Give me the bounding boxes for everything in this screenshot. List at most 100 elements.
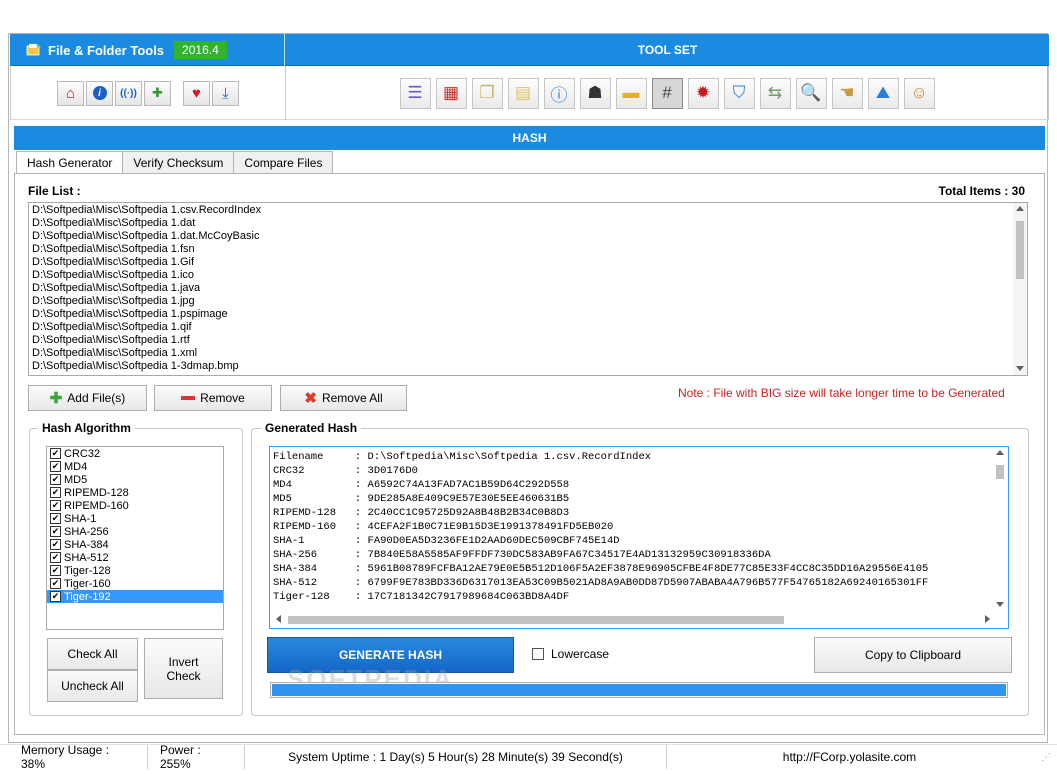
tab-hash-generator[interactable]: Hash Generator — [16, 151, 124, 174]
algorithm-checkbox[interactable] — [50, 552, 61, 563]
heart-button[interactable]: ♥ — [183, 80, 210, 106]
scroll-up-arrow-icon[interactable] — [1016, 206, 1024, 211]
home-button[interactable]: ⌂ — [57, 80, 84, 106]
user-lock-tool-button[interactable]: ☺ — [903, 77, 935, 109]
algorithm-label: RIPEMD-160 — [64, 499, 129, 512]
list-item[interactable]: D:\Softpedia\Misc\Softpedia 1.dat.McCoyB… — [32, 230, 1013, 243]
scroll-down-arrow-icon[interactable] — [1016, 366, 1024, 371]
tab-verify-checksum[interactable]: Verify Checksum — [122, 151, 235, 173]
algorithm-label: Tiger-128 — [64, 564, 111, 577]
algorithm-checkbox[interactable] — [50, 487, 61, 498]
algorithm-checkbox[interactable] — [50, 513, 61, 524]
list-item[interactable]: D:\Softpedia\Misc\Softpedia 1.ico — [32, 269, 1013, 282]
hash-tool-button[interactable]: # — [651, 77, 683, 109]
algorithm-item[interactable]: RIPEMD-160 — [47, 499, 223, 512]
algorithm-checkbox[interactable] — [50, 474, 61, 485]
remove-button[interactable]: Remove — [154, 385, 272, 411]
algorithm-list[interactable]: CRC32MD4MD5RIPEMD-128RIPEMD-160SHA-1SHA-… — [46, 446, 224, 630]
output-vscroll-thumb[interactable] — [996, 465, 1004, 479]
add-plus-button[interactable]: ✚ — [144, 80, 171, 106]
file-list[interactable]: D:\Softpedia\Misc\Softpedia 1.csv.Record… — [28, 202, 1028, 376]
add-files-button[interactable]: ✚ Add File(s) — [28, 385, 147, 411]
list-item[interactable]: D:\Softpedia\Misc\Softpedia 1.dat — [32, 217, 1013, 230]
version-badge: 2016.4 — [174, 41, 227, 59]
copy-to-clipboard-button[interactable]: Copy to Clipboard — [814, 637, 1012, 673]
algorithm-label: SHA-1 — [64, 512, 97, 525]
list-item[interactable]: D:\Softpedia\Misc\Softpedia 1.csv.Record… — [32, 204, 1013, 217]
cat-robot-tool-button[interactable]: ☗ — [579, 77, 611, 109]
list-item[interactable]: D:\Softpedia\Misc\Softpedia 1.qif — [32, 321, 1013, 334]
list-item[interactable]: D:\Softpedia\Misc\Softpedia 1.fsn — [32, 243, 1013, 256]
document-list-icon: ☰ — [407, 83, 423, 102]
algorithm-item[interactable]: Tiger-192 — [47, 590, 223, 603]
list-item[interactable]: D:\Softpedia\Misc\Softpedia 1.Gif — [32, 256, 1013, 269]
search-tool-button[interactable]: 🔍 — [795, 77, 827, 109]
shield-check-tool-button[interactable]: ⛉ — [723, 77, 755, 109]
uncheck-all-label: Uncheck All — [61, 679, 124, 693]
lowercase-option[interactable]: Lowercase — [532, 647, 609, 661]
algorithm-item[interactable]: SHA-384 — [47, 538, 223, 551]
algorithm-checkbox[interactable] — [50, 565, 61, 576]
resize-grip-icon[interactable]: ⋰ — [1041, 752, 1053, 764]
algorithm-item[interactable]: SHA-512 — [47, 551, 223, 564]
virus-tool-button[interactable]: ✹ — [687, 77, 719, 109]
download-button[interactable]: ⤓ — [212, 80, 239, 106]
broadcast-button[interactable]: ((·)) — [115, 80, 142, 106]
algorithm-item[interactable]: RIPEMD-128 — [47, 486, 223, 499]
remove-all-button[interactable]: ✖ Remove All — [280, 385, 407, 411]
list-item[interactable]: D:\Softpedia\Misc\Softpedia 1.xml — [32, 347, 1013, 360]
hash-section-header: HASH — [14, 126, 1045, 150]
list-item[interactable]: D:\Softpedia\Misc\Softpedia 1.java — [32, 282, 1013, 295]
generated-hash-output[interactable]: Filename : D:\Softpedia\Misc\Softpedia 1… — [269, 446, 1009, 629]
notepad-tool-button[interactable]: ▤ — [507, 77, 539, 109]
algorithm-checkbox[interactable] — [50, 461, 61, 472]
user-lock-icon: ☺ — [910, 83, 928, 102]
lowercase-checkbox[interactable] — [532, 648, 544, 660]
output-horizontal-scrollbar[interactable] — [270, 611, 994, 628]
algorithm-item[interactable]: Tiger-128 — [47, 564, 223, 577]
file-convert-tool-button[interactable]: ⇆ — [759, 77, 791, 109]
website-link[interactable]: http://FCorp.yolasite.com — [667, 745, 1032, 769]
output-hscroll-thumb[interactable] — [288, 616, 784, 624]
copy-pages-tool-button[interactable]: ❐ — [471, 77, 503, 109]
uncheck-all-button[interactable]: Uncheck All — [47, 670, 138, 702]
folder-tool-button[interactable]: ▬ — [615, 77, 647, 109]
check-all-button[interactable]: Check All — [47, 638, 138, 670]
info-circle-tool-button[interactable]: ⓘ — [543, 77, 575, 109]
algorithm-checkbox[interactable] — [50, 448, 61, 459]
list-item[interactable]: D:\Softpedia\Misc\Softpedia 1.rtf — [32, 334, 1013, 347]
output-scroll-up-icon[interactable] — [996, 450, 1004, 455]
document-list-tool-button[interactable]: ☰ — [399, 77, 431, 109]
image-chart-tool-button[interactable]: ⛰ — [867, 77, 899, 109]
invert-check-button[interactable]: Invert Check — [144, 638, 223, 699]
remove-label: Remove — [200, 391, 245, 405]
algorithm-checkbox[interactable] — [50, 500, 61, 511]
hand-money-tool-button[interactable]: ☚ — [831, 77, 863, 109]
algorithm-checkbox[interactable] — [50, 539, 61, 550]
list-item[interactable]: D:\Softpedia\Misc\Softpedia 1-3dmap.bmp — [32, 360, 1013, 373]
algorithm-item[interactable]: MD5 — [47, 473, 223, 486]
algorithm-label: RIPEMD-128 — [64, 486, 129, 499]
info-button[interactable]: i — [86, 80, 113, 106]
file-list-scrollbar[interactable] — [1013, 203, 1027, 375]
output-vertical-scrollbar[interactable] — [992, 447, 1008, 611]
output-scroll-down-icon[interactable] — [996, 602, 1004, 607]
list-item[interactable]: D:\Softpedia\Misc\Softpedia 1.jpg — [32, 295, 1013, 308]
app-window: File & Folder Tools 2016.4 TOOL SET ⌂ i … — [0, 0, 1057, 774]
algorithm-item[interactable]: SHA-1 — [47, 512, 223, 525]
scroll-thumb[interactable] — [1016, 221, 1024, 279]
list-item[interactable]: D:\Softpedia\Misc\Softpedia 1.pspimage — [32, 308, 1013, 321]
algorithm-item[interactable]: SHA-256 — [47, 525, 223, 538]
algorithm-label: Tiger-160 — [64, 577, 111, 590]
output-scroll-right-icon[interactable] — [985, 615, 990, 623]
remove-all-label: Remove All — [321, 391, 383, 405]
output-scroll-left-icon[interactable] — [276, 615, 281, 623]
algorithm-checkbox[interactable] — [50, 526, 61, 537]
tab-compare-files[interactable]: Compare Files — [233, 151, 334, 173]
algorithm-checkbox[interactable] — [50, 591, 61, 602]
algorithm-item[interactable]: MD4 — [47, 460, 223, 473]
algorithm-item[interactable]: CRC32 — [47, 447, 223, 460]
algorithm-item[interactable]: Tiger-160 — [47, 577, 223, 590]
algorithm-checkbox[interactable] — [50, 578, 61, 589]
calendar-tool-button[interactable]: ▦ — [435, 77, 467, 109]
